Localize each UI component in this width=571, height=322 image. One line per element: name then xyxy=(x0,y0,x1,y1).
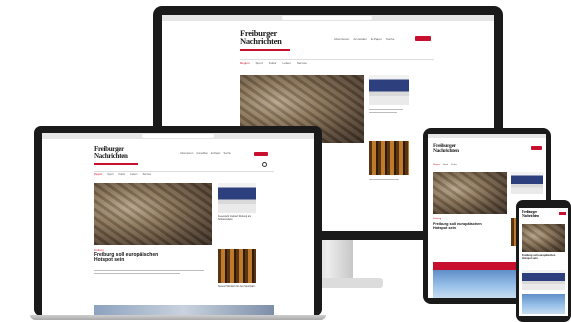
side-image-2[interactable] xyxy=(218,249,256,283)
top-link-suche[interactable]: Suche xyxy=(223,152,230,155)
main-nav: Region Sport Kultur xyxy=(433,164,457,166)
hero-image[interactable] xyxy=(94,183,212,245)
laptop-screen: Freiburger Nachrichten Abonnieren Anmeld… xyxy=(42,133,314,315)
top-link-epaper[interactable]: E-Paper xyxy=(371,37,382,41)
nav-item-leben[interactable]: Leben xyxy=(283,61,291,65)
phone-screen: Freiburger Nachrichten Freiburg soll eur… xyxy=(519,208,568,316)
article-headline[interactable]: Freiburg soll europäischen Hotspot sein xyxy=(433,222,493,230)
side-image-2[interactable] xyxy=(369,141,409,175)
top-link-anmelden[interactable]: Anmelden xyxy=(196,152,208,155)
cta-button[interactable] xyxy=(254,152,268,156)
main-nav: Region Sport Kultur Leben Service xyxy=(240,61,307,65)
top-link-suche[interactable]: Suche xyxy=(386,37,395,41)
brand-line-2: Nachrichten xyxy=(94,151,128,160)
nav-item-kultur[interactable]: Kultur xyxy=(451,164,457,166)
nav-item-region[interactable]: Region xyxy=(94,173,102,176)
footer-image-strip xyxy=(94,305,274,315)
nav-divider xyxy=(94,171,274,172)
nav-item-region[interactable]: Region xyxy=(433,164,440,166)
brand-line-2: Nachrichten xyxy=(433,148,459,155)
top-link-abonnieren[interactable]: Abonnieren xyxy=(180,152,193,155)
article-headline[interactable]: Freiburg soll europäischen Hotspot sein xyxy=(94,252,164,264)
side-caption-1[interactable]: Feuerwehr trainiert Rettung am Schauinsl… xyxy=(218,215,256,221)
hero-image[interactable] xyxy=(433,172,507,214)
logo-rule xyxy=(240,49,290,51)
nav-item-sport[interactable]: Sport xyxy=(256,61,263,65)
side-text-1b xyxy=(369,112,397,113)
brand-line-2: Nachrichten xyxy=(240,36,282,47)
nav-item-kultur[interactable]: Kultur xyxy=(118,173,125,176)
side-image-1[interactable] xyxy=(369,75,409,105)
site-logo[interactable]: Freiburger Nachrichten xyxy=(433,143,459,155)
nav-item-sport[interactable]: Sport xyxy=(107,173,113,176)
browser-bar xyxy=(428,134,546,138)
nav-item-kultur[interactable]: Kultur xyxy=(269,61,277,65)
top-links: Abonnieren Anmelden E-Paper Suche xyxy=(180,152,231,155)
logo-rule xyxy=(94,163,138,165)
smartphone: Freiburger Nachrichten Freiburg soll eur… xyxy=(516,200,571,322)
nav-item-leben[interactable]: Leben xyxy=(130,173,137,176)
article-headline[interactable]: Freiburg soll europäischen Hotspot sein xyxy=(522,254,565,260)
nav-item-region[interactable]: Region xyxy=(240,61,250,65)
site-logo[interactable]: Freiburger Nachrichten xyxy=(240,29,282,47)
nav-item-sport[interactable]: Sport xyxy=(443,164,448,166)
side-image-1[interactable] xyxy=(511,172,543,194)
address-bar[interactable] xyxy=(282,16,372,20)
cta-button[interactable] xyxy=(559,212,566,215)
nav-item-service[interactable]: Service xyxy=(297,61,307,65)
top-link-anmelden[interactable]: Anmelden xyxy=(353,37,367,41)
article-teaser-line-1 xyxy=(94,270,204,271)
article-kicker: Freiburg xyxy=(433,218,442,220)
site-logo[interactable]: Freiburger Nachrichten xyxy=(94,146,128,159)
site-logo[interactable]: Freiburger Nachrichten xyxy=(522,210,539,218)
brand-line-2: Nachrichten xyxy=(522,213,539,218)
hero-image[interactable] xyxy=(522,224,565,252)
laptop: Freiburger Nachrichten Abonnieren Anmeld… xyxy=(30,126,326,322)
cta-button[interactable] xyxy=(531,146,542,150)
article-teaser-line-2 xyxy=(94,273,180,274)
side-image-1[interactable] xyxy=(218,183,256,213)
main-nav: Region Sport Kultur Leben Service xyxy=(94,173,151,176)
side-text-2 xyxy=(369,179,399,180)
nav-item-service[interactable]: Service xyxy=(142,173,151,176)
search-icon[interactable] xyxy=(262,162,267,167)
side-caption-2[interactable]: Neues Holzdach für den Sportpark xyxy=(218,285,256,289)
nav-divider xyxy=(240,59,434,60)
laptop-base xyxy=(30,315,326,320)
top-link-epaper[interactable]: E-Paper xyxy=(211,152,221,155)
address-bar[interactable] xyxy=(142,134,214,138)
top-links: Abonnieren Anmelden E-Paper Suche xyxy=(334,37,394,41)
side-text-1 xyxy=(369,109,403,110)
side-image-1[interactable] xyxy=(522,270,565,290)
top-link-abonnieren[interactable]: Abonnieren xyxy=(334,37,349,41)
cta-button[interactable] xyxy=(415,36,431,41)
bottom-image-blue xyxy=(522,294,565,314)
